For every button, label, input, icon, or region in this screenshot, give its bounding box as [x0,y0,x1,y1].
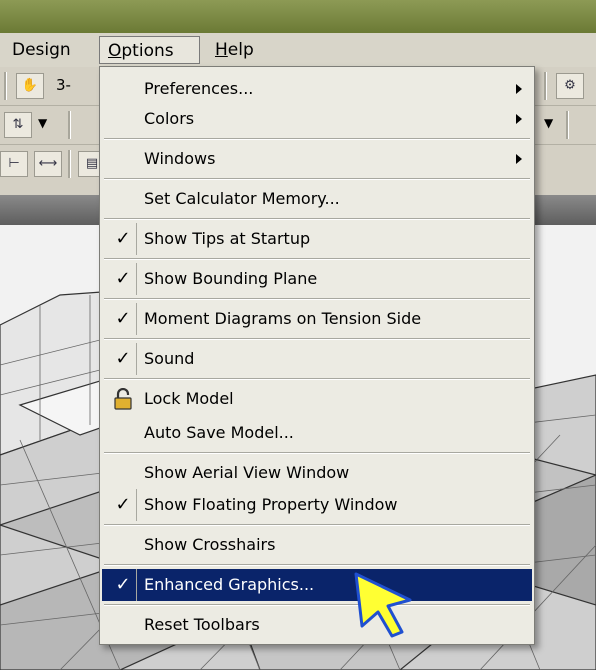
pan-hand-icon[interactable]: ✋ [16,73,44,99]
menu-item-lock-model[interactable]: Lock Model [102,383,532,415]
toolbar-separator [4,72,7,100]
options-menu: Preferences... Colors Windows Set Calcul… [99,66,535,645]
menu-design[interactable]: Design [4,36,79,64]
menu-separator [104,604,530,606]
toolbar-separator [544,72,547,100]
measure-icon[interactable]: ⟷ [34,151,62,177]
lock-icon [110,383,136,415]
menu-item-colors[interactable]: Colors [102,103,532,135]
toolbar-separator [566,111,569,139]
menu-options-mnemonic: O [108,41,122,61]
menu-item-label: Show Crosshairs [144,535,276,554]
menu-item-sound[interactable]: ✓ Sound [102,343,532,375]
menu-help-mnemonic: H [215,40,228,60]
menu-help[interactable]: Help [207,36,262,64]
mouse-pointer-icon [354,572,412,638]
menu-item-label: Show Aerial View Window [144,463,350,482]
check-icon: ✓ [110,569,137,601]
menu-item-label: Reset Toolbars [144,615,260,634]
toolbar-3d-label: 3- [56,76,71,94]
menu-separator [104,258,530,260]
dimension-icon[interactable]: ⊢ [0,151,28,177]
menu-item-moment-diagrams-on-tension-side[interactable]: ✓ Moment Diagrams on Tension Side [102,303,532,335]
menu-separator [104,524,530,526]
menu-separator [104,298,530,300]
check-icon: ✓ [110,489,137,521]
menu-separator [104,452,530,454]
menu-item-label: Auto Save Model... [144,423,294,442]
menu-item-reset-toolbars[interactable]: Reset Toolbars [102,609,532,641]
menu-item-set-calculator-memory[interactable]: Set Calculator Memory... [102,183,532,215]
dropdown-arrow-icon[interactable]: ▼ [38,116,47,130]
submenu-arrow-icon [516,84,522,94]
select-icon[interactable]: ⇅ [4,112,32,138]
menu-item-show-bounding-plane[interactable]: ✓ Show Bounding Plane [102,263,532,295]
menu-item-label: Set Calculator Memory... [144,189,340,208]
menu-item-show-floating-property-window[interactable]: ✓ Show Floating Property Window [102,489,532,521]
menu-item-label: Preferences... [144,79,254,98]
toolbar-separator [68,150,71,178]
menu-separator [104,178,530,180]
menu-item-label: Lock Model [144,389,234,408]
render-icon[interactable]: ⚙ [556,73,584,99]
menu-item-show-crosshairs[interactable]: Show Crosshairs [102,529,532,561]
menu-bar: Design Options Help [0,33,596,68]
menu-item-show-aerial-view-window[interactable]: Show Aerial View Window [102,457,532,489]
dropdown-arrow-icon[interactable]: ▼ [544,116,553,130]
menu-help-rest: elp [227,40,254,60]
check-icon: ✓ [110,263,137,295]
check-icon: ✓ [110,223,137,255]
menu-item-show-tips-at-startup[interactable]: ✓ Show Tips at Startup [102,223,532,255]
menu-item-label: Windows [144,149,216,168]
menu-separator [104,564,530,566]
menu-item-preferences[interactable]: Preferences... [102,73,532,105]
submenu-arrow-icon [516,114,522,124]
menu-item-auto-save-model[interactable]: Auto Save Model... [102,417,532,449]
toolbar-separator [68,111,71,139]
menu-item-label: Moment Diagrams on Tension Side [144,309,422,328]
menu-item-label: Sound [144,349,195,368]
menu-item-label: Show Tips at Startup [144,229,311,248]
menu-options[interactable]: Options [99,36,200,64]
menu-options-rest: ptions [121,41,174,61]
menu-item-label: Show Floating Property Window [144,495,398,514]
menu-item-label: Show Bounding Plane [144,269,318,288]
menu-item-label: Enhanced Graphics... [144,575,315,594]
menu-item-windows[interactable]: Windows [102,143,532,175]
check-icon: ✓ [110,303,137,335]
menu-item-enhanced-graphics[interactable]: ✓ Enhanced Graphics... [102,569,532,601]
check-icon: ✓ [110,343,137,375]
menu-separator [104,378,530,380]
menu-separator [104,218,530,220]
menu-item-label: Colors [144,109,195,128]
submenu-arrow-icon [516,154,522,164]
menu-separator [104,138,530,140]
window-title-bar [0,0,596,33]
menu-separator [104,338,530,340]
